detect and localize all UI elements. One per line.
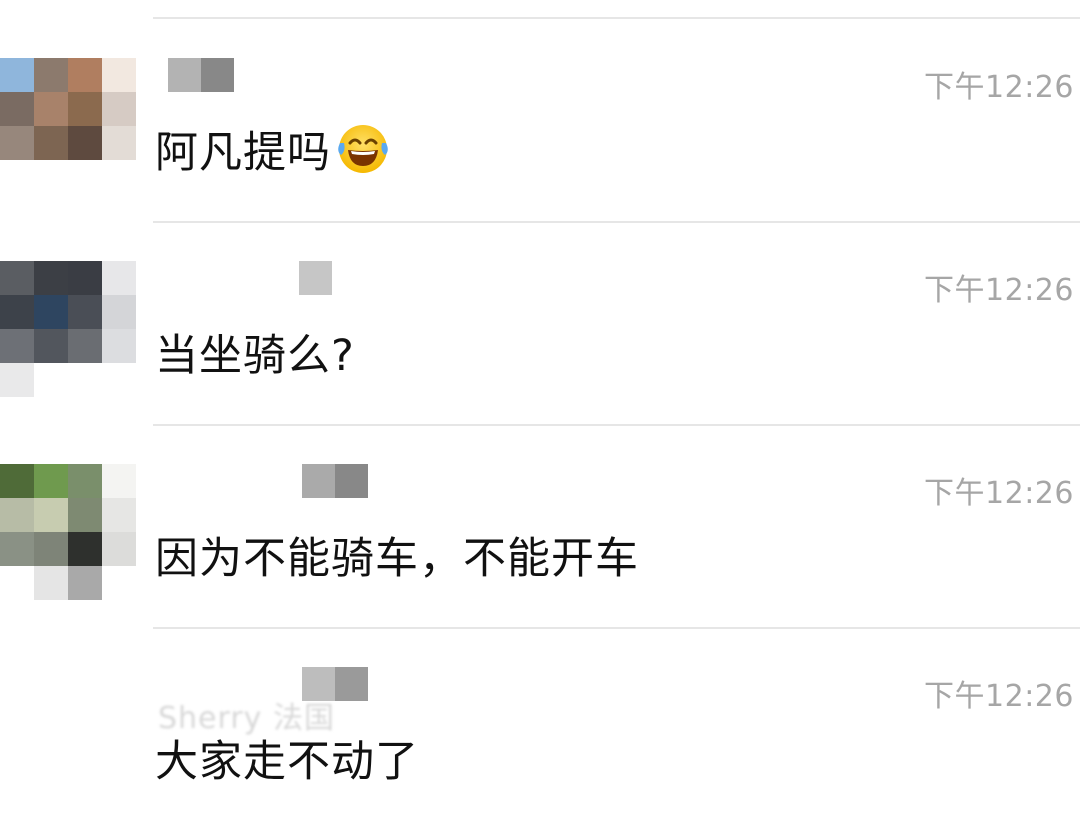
avatar-mosaic-cell [0, 160, 34, 194]
avatar-mosaic-cell [68, 464, 102, 498]
avatar-mosaic-cell [68, 498, 102, 532]
sender-name-redacted [302, 667, 368, 701]
sender-name-redacted [168, 58, 234, 92]
message-text[interactable]: 因为不能骑车，不能开车 [155, 524, 639, 586]
avatar-mosaic-cell [68, 92, 102, 126]
avatar-mosaic-cell [34, 464, 68, 498]
avatar-mosaic-cell [34, 498, 68, 532]
name-mosaic-cell [335, 667, 368, 701]
avatar-mosaic-cell [102, 498, 136, 532]
avatar-mosaic-cell [0, 329, 34, 363]
avatar-mosaic-cell [68, 329, 102, 363]
avatar-mosaic-cell [68, 261, 102, 295]
name-mosaic-cell [168, 58, 201, 92]
avatar-mosaic-cell [68, 126, 102, 160]
avatar-mosaic-cell [102, 92, 136, 126]
avatar-mosaic-cell [0, 566, 34, 600]
avatar-mosaic-cell [0, 261, 34, 295]
avatar-mosaic-cell [0, 58, 34, 92]
message-text[interactable]: 阿凡提吗 [155, 118, 391, 180]
avatar-mosaic-cell [34, 58, 68, 92]
avatar-mosaic-cell [34, 261, 68, 295]
avatar-mosaic-cell [34, 363, 68, 397]
message-item[interactable]: 下午12:26 因为不能骑车，不能开车 [0, 406, 1080, 606]
avatar[interactable] [0, 261, 136, 397]
name-mosaic-cell [302, 464, 335, 498]
message-item[interactable]: 下午12:26 阿凡提吗 [0, 0, 1080, 200]
name-mosaic-cell [302, 667, 335, 701]
avatar-mosaic-cell [34, 126, 68, 160]
avatar-mosaic-cell [102, 566, 136, 600]
message-text[interactable]: 大家走不动了 [155, 727, 419, 789]
avatar-mosaic-cell [34, 295, 68, 329]
message-text[interactable]: 当坐骑么? [155, 321, 355, 383]
avatar-mosaic-cell [0, 498, 34, 532]
chat-message-list[interactable]: 下午12:26 阿凡提吗 下午12:26 当坐骑么? 下午12:26 因为不能骑… [0, 0, 1080, 830]
avatar-mosaic-cell [102, 58, 136, 92]
name-mosaic-cell [266, 261, 299, 295]
avatar[interactable] [0, 58, 136, 194]
avatar-mosaic-cell [102, 329, 136, 363]
message-timestamp: 下午12:26 [924, 70, 1074, 105]
avatar-mosaic-cell [102, 532, 136, 566]
avatar-mosaic-cell [68, 566, 102, 600]
name-mosaic-cell [335, 464, 368, 498]
sender-name-redacted [302, 464, 368, 498]
avatar-mosaic-cell [0, 126, 34, 160]
message-timestamp: 下午12:26 [924, 476, 1074, 511]
avatar-mosaic-cell [34, 329, 68, 363]
message-timestamp: 下午12:26 [924, 679, 1074, 714]
avatar-mosaic-cell [0, 295, 34, 329]
message-text-content: 阿凡提吗 [155, 128, 331, 178]
message-item[interactable]: 下午12:26 当坐骑么? [0, 203, 1080, 403]
avatar-mosaic-cell [0, 92, 34, 126]
avatar-mosaic-cell [102, 464, 136, 498]
avatar-mosaic-cell [0, 464, 34, 498]
avatar-mosaic-cell [68, 58, 102, 92]
message-timestamp: 下午12:26 [924, 273, 1074, 308]
avatar-mosaic-cell [102, 261, 136, 295]
avatar-mosaic-cell [68, 295, 102, 329]
avatar-mosaic-cell [102, 363, 136, 397]
avatar-mosaic-cell [68, 532, 102, 566]
avatar-mosaic-cell [102, 160, 136, 194]
avatar-mosaic-cell [102, 295, 136, 329]
sender-name-redacted [266, 261, 332, 295]
avatar-mosaic-cell [68, 160, 102, 194]
avatar-mosaic-cell [34, 532, 68, 566]
avatar[interactable] [0, 464, 136, 600]
name-mosaic-cell [299, 261, 332, 295]
face-with-tears-of-joy-icon [335, 121, 391, 177]
message-item[interactable]: Sherry 法国 下午12:26 大家走不动了 [0, 609, 1080, 809]
avatar-mosaic-cell [34, 92, 68, 126]
avatar-mosaic-cell [34, 566, 68, 600]
avatar-mosaic-cell [0, 532, 34, 566]
avatar-mosaic-cell [34, 160, 68, 194]
name-mosaic-cell [201, 58, 234, 92]
avatar-mosaic-cell [102, 126, 136, 160]
avatar-mosaic-cell [68, 363, 102, 397]
avatar-mosaic-cell [0, 363, 34, 397]
